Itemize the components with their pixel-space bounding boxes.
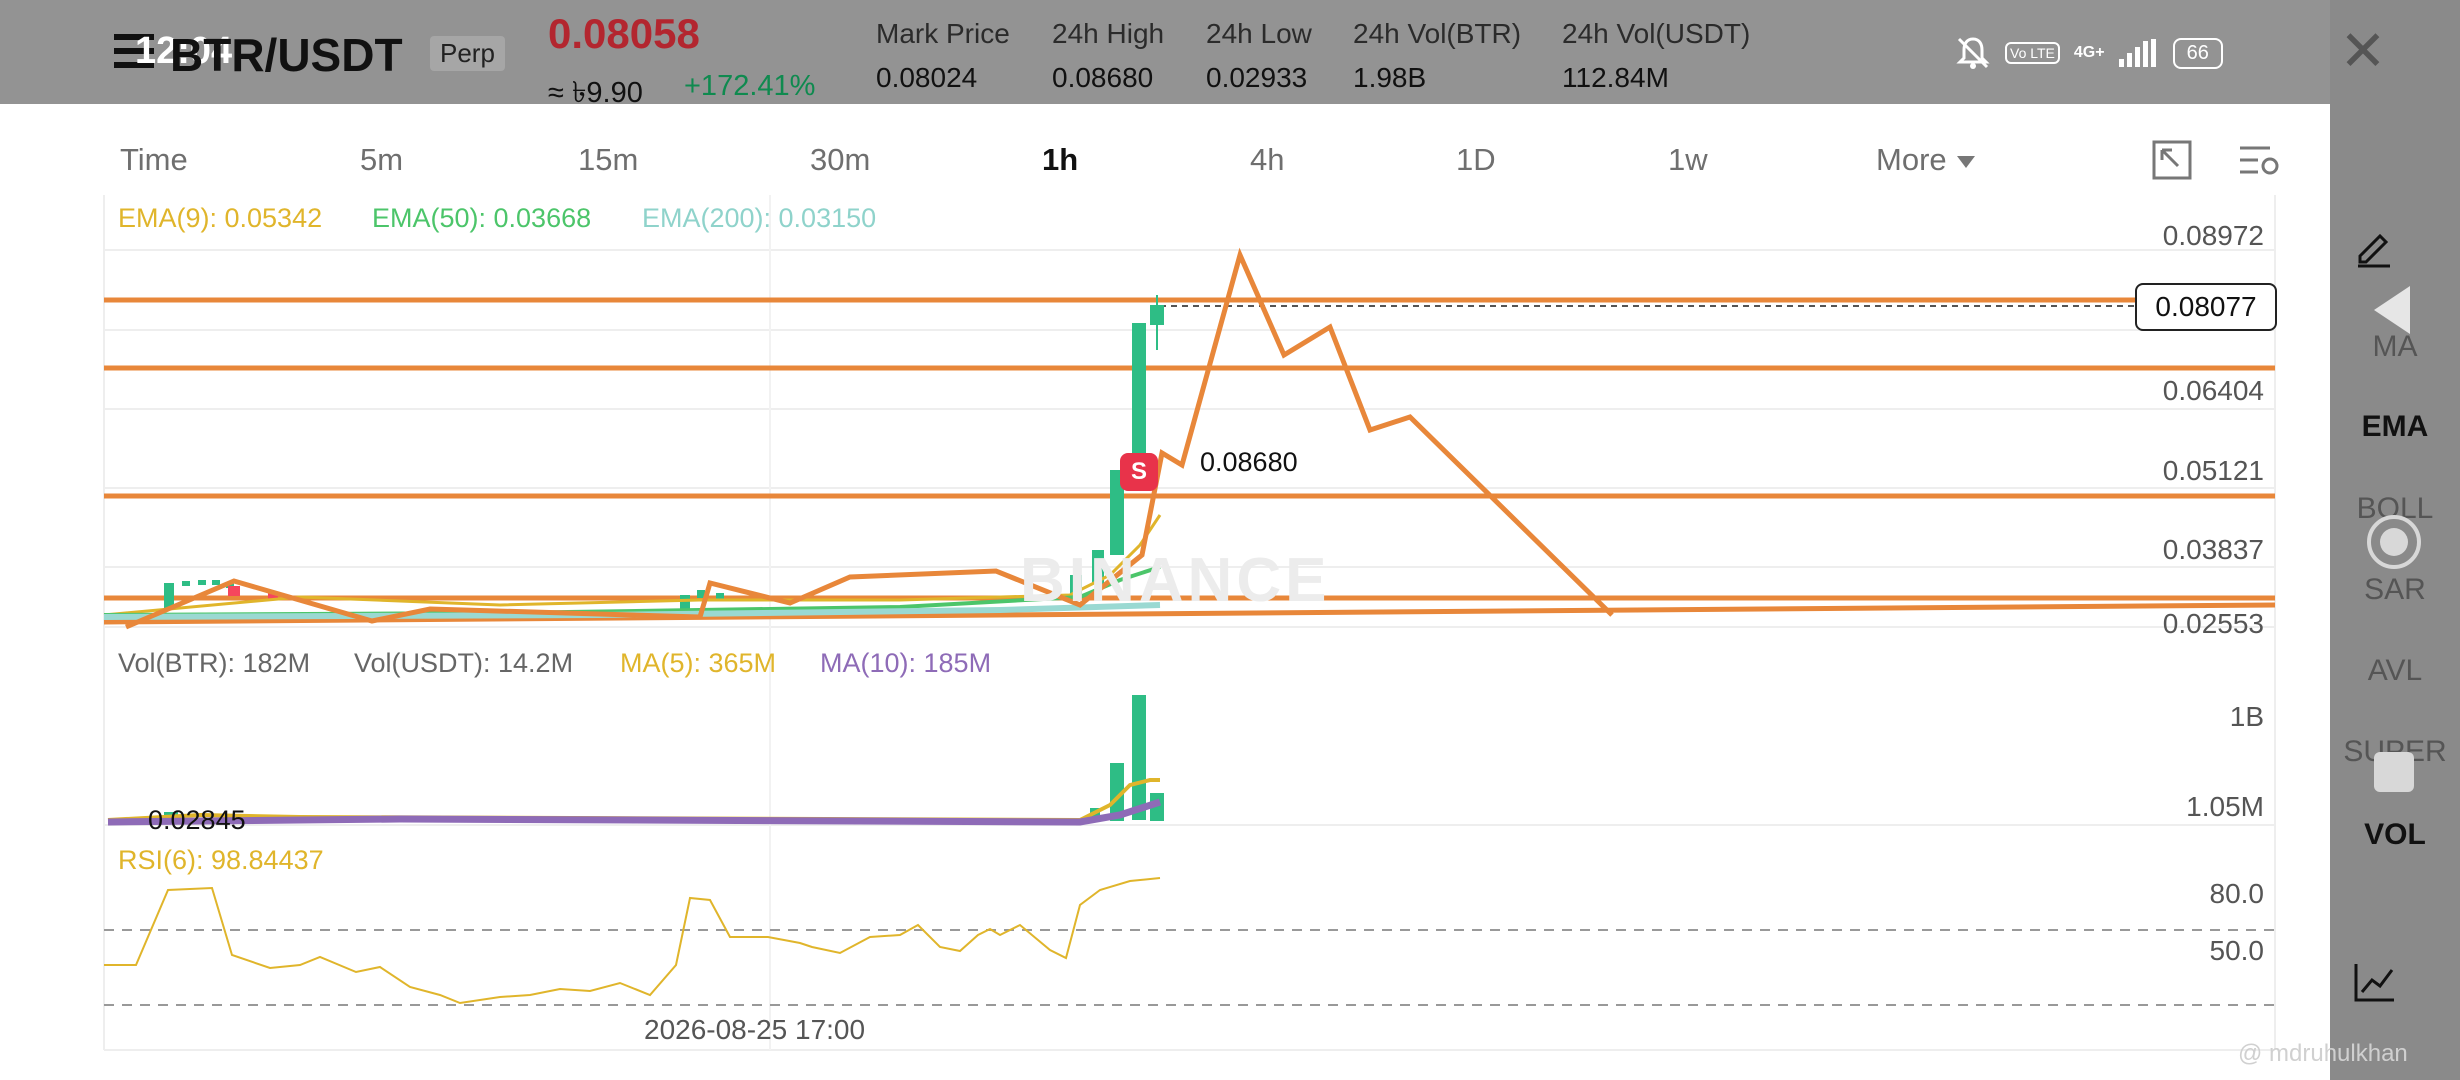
tab-4h[interactable]: 4h xyxy=(1250,142,1284,178)
network-type: 4G+ xyxy=(2073,44,2105,61)
sell-signal-marker[interactable]: S xyxy=(1120,453,1158,491)
tab-5m[interactable]: 5m xyxy=(360,142,403,178)
tab-1w[interactable]: 1w xyxy=(1668,142,1708,178)
more-intervals-button[interactable]: More xyxy=(1876,142,1975,178)
price-axis-label: 0.02553 xyxy=(2162,608,2264,639)
battery-icon: 66 xyxy=(2172,37,2223,69)
signal-strength-icon xyxy=(2118,39,2156,67)
low-price-marker: 0.02845 xyxy=(148,805,246,835)
rsi-axis-label: 50.0 xyxy=(2209,935,2265,966)
last-price: 0.08058 xyxy=(548,10,700,57)
tab-1d[interactable]: 1D xyxy=(1456,142,1496,178)
volume-axis-label: 1B xyxy=(2229,701,2264,732)
time-axis-label: 2026-08-25 17:00 xyxy=(644,1014,866,1045)
tab-1h[interactable]: 1h xyxy=(1042,142,1078,178)
scroll-indicator xyxy=(2374,752,2414,792)
indicator-avl[interactable]: AVL xyxy=(2330,654,2460,688)
pencil-icon[interactable] xyxy=(2350,222,2398,270)
chart-canvas[interactable] xyxy=(0,195,2330,1075)
symbol-title[interactable]: BTR/USDT xyxy=(170,28,403,82)
caret-down-icon xyxy=(1956,155,1975,168)
price-axis-label: 0.08972 xyxy=(2162,220,2264,251)
low-24h-label: 24h Low xyxy=(1206,18,1312,49)
approx-local-price: ≈ ৳9.90 xyxy=(548,77,643,109)
more-label: More xyxy=(1876,142,1947,177)
vol-ma5-legend: MA(5): 365M xyxy=(620,648,777,678)
rsi-line xyxy=(104,877,1161,1005)
indicator-ma[interactable]: MA xyxy=(2330,330,2460,364)
status-bar-icons: Vo LTE 4G+ 66 xyxy=(1955,30,2223,76)
indicator-vol[interactable]: VOL xyxy=(2330,818,2460,852)
vol-btr-legend: Vol(BTR): 182M xyxy=(118,648,311,678)
vol-ma10-legend: MA(10): 185M xyxy=(820,648,992,678)
watermark: BINANCE xyxy=(1020,546,1331,615)
vol-usdt-24h-label: 24h Vol(USDT) xyxy=(1562,18,1751,49)
chart-type-icon[interactable] xyxy=(2350,958,2398,1006)
vol-btr-24h-label: 24h Vol(BTR) xyxy=(1353,18,1522,49)
drawn-zigzag-line xyxy=(125,247,1614,630)
low-24h-value: 0.02933 xyxy=(1206,62,1308,93)
vol-usdt-24h-value: 112.84M xyxy=(1562,62,1669,93)
vol-btr-24h-value: 1.98B xyxy=(1353,62,1427,93)
ema-50-legend: EMA(50): 0.03668 xyxy=(372,203,592,233)
ema-200-legend: EMA(200): 0.03150 xyxy=(642,203,877,233)
price-change-percent: +172.41% xyxy=(684,70,816,102)
high-24h-label: 24h High xyxy=(1052,18,1165,49)
price-axis-label: 0.05121 xyxy=(2162,455,2264,486)
volume-ma10-line xyxy=(107,798,1162,826)
scroll-handle[interactable] xyxy=(2367,515,2421,569)
volume-ma5-line xyxy=(107,778,1160,823)
author-credit: @ mdruhulkhan xyxy=(2238,1040,2408,1067)
rsi-legend: RSI(6): 98.84437 xyxy=(118,845,324,875)
chart-settings-icon[interactable] xyxy=(2236,138,2280,182)
collapse-arrow-icon[interactable] xyxy=(2374,286,2410,334)
high-24h-value: 0.08680 xyxy=(1052,62,1154,93)
mark-price-value: 0.08024 xyxy=(876,62,978,93)
rsi-axis-label: 80.0 xyxy=(2209,878,2265,909)
contract-type-badge: Perp xyxy=(430,36,505,71)
chart-area[interactable]: BINANCE EMA(9): 0.05342 EMA(50): 0.03668… xyxy=(0,195,2330,1075)
indicator-ema[interactable]: EMA xyxy=(2330,410,2460,444)
tab-time[interactable]: Time xyxy=(120,142,188,178)
close-icon[interactable]: ✕ xyxy=(2338,23,2388,79)
mark-price-label: Mark Price xyxy=(876,18,1010,49)
notifications-muted-icon xyxy=(1956,37,1990,69)
price-axis-label: 0.06404 xyxy=(2162,375,2264,406)
current-price-tag: 0.08077 xyxy=(2135,283,2277,331)
tab-15m[interactable]: 15m xyxy=(578,142,638,178)
volume-bars xyxy=(164,695,1164,822)
fullscreen-icon[interactable] xyxy=(2150,138,2194,182)
tab-30m[interactable]: 30m xyxy=(810,142,870,178)
candlesticks xyxy=(164,295,1164,611)
price-axis-label: 0.03837 xyxy=(2162,534,2264,565)
high-price-marker: 0.08680 xyxy=(1200,447,1298,477)
ema-9-legend: EMA(9): 0.05342 xyxy=(118,203,323,233)
indicator-sar[interactable]: SAR xyxy=(2330,573,2460,607)
vol-usdt-legend: Vol(USDT): 14.2M xyxy=(354,648,574,678)
volume-axis-label: 1.05M xyxy=(2186,791,2264,822)
volte-icon: Vo LTE xyxy=(2005,42,2060,64)
